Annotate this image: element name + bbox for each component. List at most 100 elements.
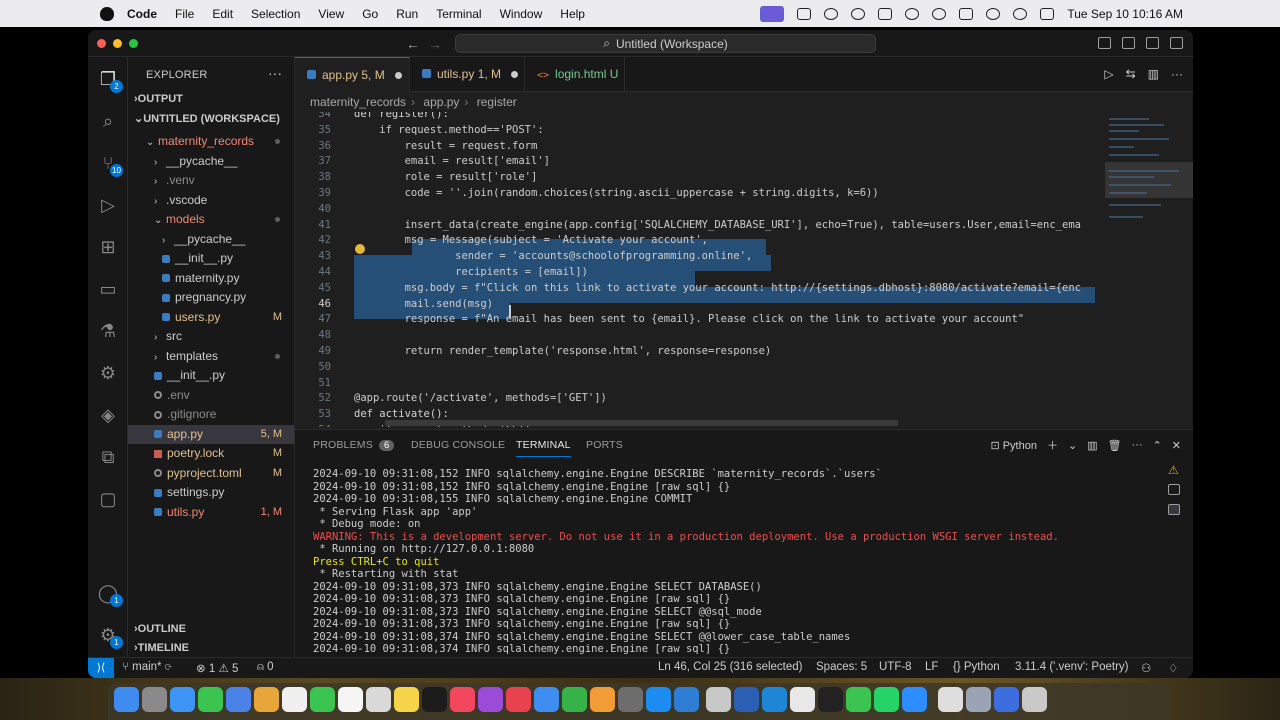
apple-icon[interactable] <box>100 6 114 21</box>
screen-recording-icon[interactable] <box>760 5 785 22</box>
python-env-icon[interactable]: ⚙ <box>97 362 119 384</box>
word-icon[interactable] <box>734 687 759 712</box>
launchpad-icon[interactable] <box>142 687 167 712</box>
tree-item[interactable]: app.py 5, M <box>128 424 294 444</box>
extensions-icon[interactable]: ⊞ <box>97 236 119 258</box>
customize-layout-icon[interactable] <box>1170 37 1183 49</box>
menu-view[interactable]: View <box>318 7 344 21</box>
minimap[interactable] <box>1105 112 1193 427</box>
menu-terminal[interactable]: Terminal <box>436 7 481 21</box>
tree-item[interactable]: maternity.py <box>128 269 294 288</box>
notes-icon[interactable] <box>394 687 419 712</box>
messages-icon[interactable] <box>198 687 223 712</box>
code-editor[interactable]: 34 def register(): 35 if request.method=='… <box>295 112 1193 427</box>
copilot-icon[interactable]: ⚇ <box>1141 661 1151 675</box>
tree-item[interactable]: › templates <box>128 347 294 366</box>
chat-icon[interactable]: ▢ <box>97 488 119 510</box>
workspace-section-header[interactable]: ⌄UNTITLED (WORKSPACE) <box>134 112 280 125</box>
tree-item[interactable]: pyproject.toml M <box>128 464 294 483</box>
tree-item[interactable]: users.py M <box>128 308 294 327</box>
numbers-icon[interactable] <box>562 687 587 712</box>
search-view-icon[interactable]: ⌕ <box>97 110 119 132</box>
more-actions-icon[interactable]: ··· <box>1171 67 1183 81</box>
toggle-panel-icon[interactable] <box>1122 37 1135 49</box>
control-center-icon[interactable] <box>1040 7 1055 20</box>
whatsapp-icon[interactable] <box>874 687 899 712</box>
remote-indicator-icon[interactable]: ⟩⟨ <box>88 658 114 678</box>
output-section-header[interactable]: ›OUTPUT <box>134 93 183 105</box>
tree-item[interactable]: › .vscode <box>128 191 294 210</box>
new-terminal-icon[interactable]: ＋ <box>1047 437 1058 453</box>
close-panel-icon[interactable]: ✕ <box>1172 439 1181 452</box>
tab-problems[interactable]: PROBLEMS 6 <box>313 439 395 451</box>
split-editor-icon[interactable]: ▥ <box>1148 67 1159 81</box>
terminal-instance-icon[interactable] <box>1168 504 1180 515</box>
tree-item[interactable]: › __pycache__ <box>128 152 294 171</box>
unsaved-dot-icon[interactable] <box>394 72 402 80</box>
menu-file[interactable]: File <box>175 7 194 21</box>
python-interpreter[interactable]: 3.11.4 ('.venv': Poetry) <box>1015 661 1128 673</box>
toggle-secondary-sidebar-icon[interactable] <box>1146 37 1159 49</box>
breadcrumb-file[interactable]: app.py <box>423 95 459 109</box>
compare-icon[interactable]: ⇆ <box>1126 67 1136 81</box>
breadcrumb-folder[interactable]: maternity_records <box>310 95 406 109</box>
app-store-icon[interactable] <box>878 7 893 20</box>
tree-item[interactable]: ⌄ models <box>128 210 294 229</box>
run-file-icon[interactable]: ▷ <box>1104 67 1113 81</box>
facetime-icon[interactable] <box>310 687 335 712</box>
tree-item[interactable]: poetry.lock M <box>128 444 294 463</box>
encoding[interactable]: UTF-8 <box>879 661 912 673</box>
menu-selection[interactable]: Selection <box>251 7 300 21</box>
warning-icon[interactable]: ⚠ <box>1168 463 1179 477</box>
spotlight-icon[interactable] <box>1013 7 1028 20</box>
close-window-button[interactable] <box>97 39 106 48</box>
tree-item[interactable]: › src <box>128 327 294 346</box>
music-icon[interactable] <box>450 687 475 712</box>
explorer-icon[interactable]: ❐ 2 <box>97 68 123 93</box>
forward-arrow-icon[interactable]: → <box>428 36 442 52</box>
screen-share-icon[interactable] <box>994 687 1019 712</box>
maximize-panel-icon[interactable]: ⌃ <box>1153 439 1162 452</box>
accounts-icon[interactable]: ◯ 1 <box>97 582 123 607</box>
testing-icon[interactable]: ⚗ <box>97 320 119 342</box>
toggle-sidebar-icon[interactable] <box>1098 37 1111 49</box>
podcasts-icon[interactable] <box>478 687 503 712</box>
app-store-icon[interactable] <box>646 687 671 712</box>
zoom-window-button[interactable] <box>129 39 138 48</box>
trash-icon[interactable] <box>1022 687 1047 712</box>
finder-icon[interactable] <box>114 687 139 712</box>
branch-indicator[interactable]: ⑂ main* ⟳ <box>122 661 172 673</box>
photos-icon[interactable] <box>254 687 279 712</box>
menu-edit[interactable]: Edit <box>212 7 233 21</box>
more-actions-icon[interactable]: ··· <box>1132 439 1143 451</box>
chrome-icon[interactable] <box>790 687 815 712</box>
downloads-stack-icon[interactable] <box>938 687 963 712</box>
terminal-instance-icon[interactable] <box>1168 484 1180 495</box>
safari-icon[interactable] <box>170 687 195 712</box>
trash-icon[interactable]: 🗑 <box>1108 439 1122 452</box>
menu-go[interactable]: Go <box>362 7 378 21</box>
wifi-icon[interactable] <box>986 7 1001 20</box>
run-debug-icon[interactable]: ▷ <box>97 194 119 216</box>
tree-item[interactable]: .env <box>128 386 294 405</box>
moon-icon[interactable] <box>905 7 920 20</box>
split-terminal-icon[interactable]: ▥ <box>1087 439 1097 452</box>
contacts-icon[interactable] <box>366 687 391 712</box>
tree-item[interactable]: ⌄ maternity_records <box>128 132 294 151</box>
indentation[interactable]: Spaces: 5 <box>816 661 867 673</box>
tree-item[interactable]: __init__.py <box>128 249 294 268</box>
sidebar-icon[interactable] <box>797 7 812 20</box>
tab-terminal[interactable]: TERMINAL <box>516 439 571 457</box>
database-icon[interactable]: ⧉ <box>97 446 119 468</box>
menu-run[interactable]: Run <box>396 7 418 21</box>
facetime-alt-icon[interactable] <box>846 687 871 712</box>
more-actions-icon[interactable]: ··· <box>268 65 282 81</box>
back-arrow-icon[interactable]: ← <box>406 36 420 52</box>
manage-gear-icon[interactable]: ⚙ 1 <box>97 624 123 649</box>
account-icon[interactable] <box>932 7 947 20</box>
apple-tv-icon[interactable] <box>422 687 447 712</box>
tree-item[interactable]: __init__.py <box>128 366 294 385</box>
vscode-icon[interactable] <box>674 687 699 712</box>
menu-help[interactable]: Help <box>560 7 585 21</box>
ports-indicator[interactable]: ⍝ 0 <box>257 661 274 674</box>
